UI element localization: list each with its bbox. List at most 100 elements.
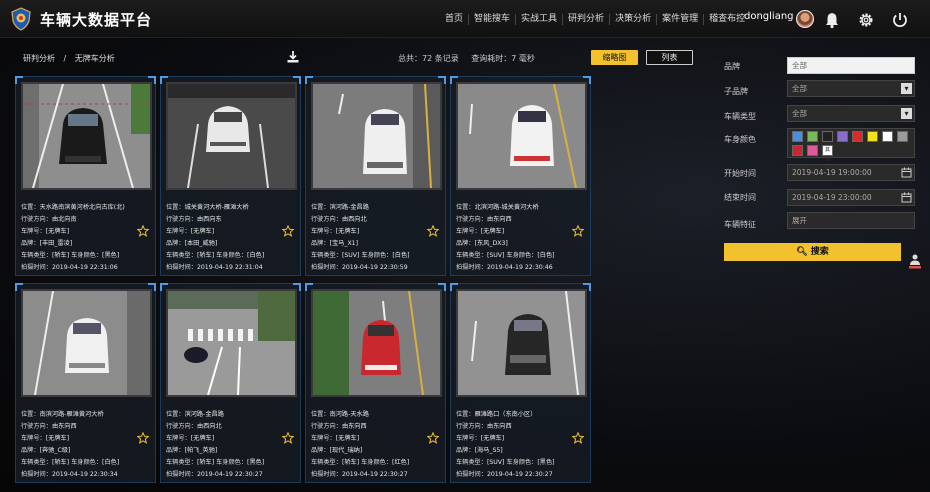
vehicle-photo[interactable] (166, 82, 297, 190)
brand-label: 品牌： (311, 447, 330, 454)
nav-item-home[interactable]: 首页 (440, 14, 470, 25)
plate-label: 车牌号： (166, 228, 191, 235)
capture-time-value: 2019-04-19 22:30:27 (486, 471, 553, 478)
star-icon[interactable] (427, 225, 439, 237)
vehicle-photo[interactable] (21, 82, 152, 190)
capture-time-label: 拍摄时间： (21, 264, 52, 271)
vehicle-type-select[interactable]: 全部 ▾ (787, 105, 915, 122)
vehicle-card[interactable]: 位置：南滨河路-雁滩黄河大桥 行驶方向：由东向西 车牌号：[无牌车] 品牌：[奔… (15, 283, 156, 483)
nav-item-tools[interactable]: 实战工具 (516, 14, 564, 25)
calendar-icon[interactable] (901, 167, 912, 178)
main-nav: 首页 智能搜车 实战工具 研判分析 决策分析 案件管理 稽查布控 (440, 14, 750, 25)
breadcrumb-item-analysis[interactable]: 研判分析 (23, 54, 55, 63)
color-swatch-darkred[interactable] (792, 145, 803, 156)
vehicle-photo[interactable] (21, 289, 152, 397)
card-info: 位置：南滨河路-雁滩黄河大桥 行驶方向：由东向西 车牌号：[无牌车] 品牌：[奔… (21, 409, 152, 481)
calendar-icon[interactable] (901, 192, 912, 203)
direction-label: 行驶方向： (456, 423, 487, 430)
nav-item-analysis[interactable]: 研判分析 (563, 14, 611, 25)
card-info: 位置：南河路-天水路 行驶方向：由东向西 车牌号：[无牌车] 品牌：[现代_瑞纳… (311, 409, 442, 481)
total-records: 总共：72 条记录 (398, 54, 459, 63)
export-icon[interactable] (908, 253, 922, 269)
list-view-button[interactable]: 列表 (646, 50, 693, 65)
direction-label: 行驶方向： (21, 216, 52, 223)
vehicle-type-value: [轿车] (196, 459, 215, 466)
search-button[interactable]: 🔍︎ 搜索 (724, 243, 901, 261)
color-swatch-purple[interactable] (837, 131, 848, 142)
brand-value: [现代_瑞纳] (329, 447, 363, 454)
capture-time-value: 2019-04-19 22:31:06 (51, 264, 118, 271)
vehicle-photo[interactable] (166, 289, 297, 397)
nav-item-decision[interactable]: 决策分析 (610, 14, 658, 25)
vehicle-photo[interactable] (456, 82, 587, 190)
color-label: 车身颜色： (71, 252, 103, 259)
plate-label: 车牌号： (21, 435, 46, 442)
gear-icon[interactable] (857, 11, 875, 29)
vehicle-type-value: [轿车] (51, 459, 70, 466)
subbrand-select[interactable]: 全部 ▾ (787, 80, 915, 97)
color-swatch-blue[interactable] (792, 131, 803, 142)
power-icon[interactable] (891, 11, 909, 29)
download-icon[interactable] (286, 50, 300, 64)
capture-time-value: 2019-04-19 22:30:59 (341, 264, 408, 271)
top-header: 车辆大数据平台 首页 智能搜车 实战工具 研判分析 决策分析 案件管理 稽查布控… (0, 0, 930, 38)
star-icon[interactable] (137, 432, 149, 444)
start-time-value: 2019-04-19 19:00:00 (792, 168, 872, 177)
color-swatch-red[interactable] (852, 131, 863, 142)
card-info: 位置：城关黄河大桥-雁滩大桥 行驶方向：由西向东 车牌号：[无牌车] 品牌：[本… (166, 202, 297, 274)
color-swatch-pink[interactable] (807, 145, 818, 156)
card-info: 位置：滨河路-金昌路 行驶方向：由西向北 车牌号：[无牌车] 品牌：[宝马_X1… (311, 202, 442, 274)
star-icon[interactable] (572, 432, 584, 444)
shield-logo-icon (11, 7, 31, 31)
capture-time-label: 拍摄时间： (166, 471, 197, 478)
direction-label: 行驶方向： (166, 423, 197, 430)
capture-time-label: 拍摄时间： (166, 264, 197, 271)
plate-value: [无牌车] (190, 228, 215, 235)
vehicle-type-label: 车辆类型： (166, 459, 197, 466)
end-time-input[interactable]: 2019-04-19 23:00:00 (787, 189, 915, 206)
color-swatch-yellow[interactable] (867, 131, 878, 142)
star-icon[interactable] (427, 432, 439, 444)
location-label: 位置： (456, 204, 475, 211)
color-swatch-other[interactable]: 其他 (822, 145, 833, 162)
color-swatch-black[interactable] (822, 131, 833, 142)
color-swatch-green[interactable] (807, 131, 818, 142)
vehicle-card[interactable]: 位置：滨河路-金昌路 行驶方向：由西向北 车牌号：[无牌车] 品牌：[帕飞_英驰… (160, 283, 301, 483)
avatar[interactable] (796, 10, 814, 28)
vehicle-type-label: 车辆类型： (166, 252, 197, 259)
brand-label: 品牌： (311, 240, 330, 247)
brand-filter-input[interactable]: 全部 (787, 57, 915, 74)
bell-icon[interactable] (823, 11, 841, 29)
vehicle-card[interactable]: 位置：雁滩路口（东南小区） 行驶方向：由东向西 车牌号：[无牌车] 品牌：[海马… (450, 283, 591, 483)
thumbnail-view-button[interactable]: 缩略图 (591, 50, 638, 65)
star-icon[interactable] (282, 225, 294, 237)
vehicle-type-value: [SUV] (486, 459, 505, 466)
vehicle-card[interactable]: 位置：天水路南滨黄河桥北向古库(北) 行驶方向：由北向南 车牌号：[无牌车] 品… (15, 76, 156, 276)
plate-label: 车牌号： (311, 435, 336, 442)
vehicle-card[interactable]: 位置：滨河路-金昌路 行驶方向：由西向北 车牌号：[无牌车] 品牌：[宝马_X1… (305, 76, 446, 276)
username[interactable]: dongliang (744, 11, 794, 22)
star-icon[interactable] (282, 432, 294, 444)
nav-item-cases[interactable]: 案件管理 (657, 14, 705, 25)
star-icon[interactable] (572, 225, 584, 237)
start-time-input[interactable]: 2019-04-19 19:00:00 (787, 164, 915, 181)
vehicle-card[interactable]: 位置：北滨河路-城关黄河大桥 行驶方向：由东向西 车牌号：[无牌车] 品牌：[东… (450, 76, 591, 276)
vehicle-card[interactable]: 位置：南河路-天水路 行驶方向：由东向西 车牌号：[无牌车] 品牌：[现代_瑞纳… (305, 283, 446, 483)
breadcrumb: 研判分析 / 无牌车分析 (23, 53, 121, 64)
brand-value: [丰田_雷凌] (39, 240, 73, 247)
color-swatch-gray[interactable] (897, 131, 908, 142)
star-icon[interactable] (137, 225, 149, 237)
app-title: 车辆大数据平台 (40, 11, 153, 29)
color-swatch-white[interactable] (882, 131, 893, 142)
vehicle-feature-expand[interactable]: 展开 (787, 212, 915, 229)
plate-label: 车牌号： (21, 228, 46, 235)
nav-item-smart-search[interactable]: 智能搜车 (469, 14, 517, 25)
location-value: 天水路南滨黄河桥北向古库(北) (39, 204, 125, 211)
vehicle-photo[interactable] (456, 289, 587, 397)
direction-label: 行驶方向： (311, 423, 342, 430)
vehicle-card[interactable]: 位置：城关黄河大桥-雁滩大桥 行驶方向：由西向东 车牌号：[无牌车] 品牌：[本… (160, 76, 301, 276)
vehicle-photo[interactable] (311, 289, 442, 397)
vehicle-photo[interactable] (311, 82, 442, 190)
capture-time-value: 2019-04-19 22:30:27 (341, 471, 408, 478)
color-value: [黑色] (537, 459, 555, 466)
